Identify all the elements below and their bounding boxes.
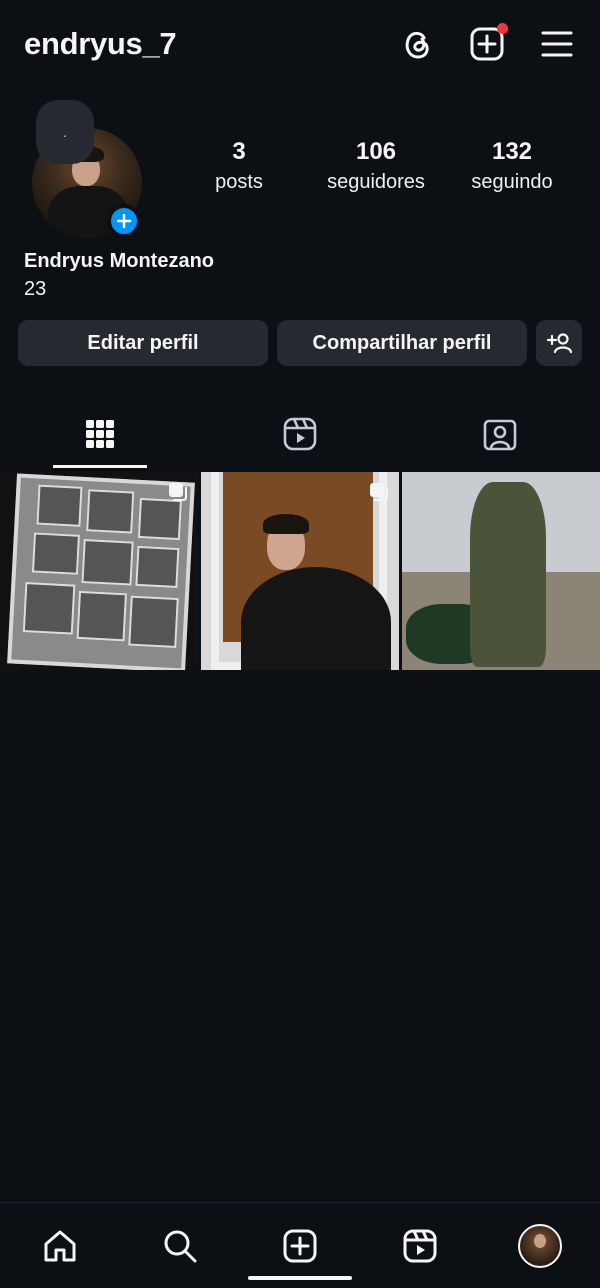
stat-posts[interactable]: 3 posts — [210, 136, 268, 196]
add-story-button[interactable] — [107, 204, 141, 238]
stat-followers[interactable]: 106 seguidores — [320, 136, 432, 196]
reels-icon — [403, 1229, 437, 1262]
profile-username[interactable]: endryus_7 — [24, 26, 177, 62]
create-icon — [283, 1229, 317, 1262]
post-thumbnail[interactable] — [402, 472, 600, 670]
top-bar: endryus_7 — [0, 0, 600, 88]
threads-icon[interactable] — [398, 25, 436, 63]
post-thumbnail[interactable] — [201, 472, 399, 670]
tab-tagged[interactable] — [400, 400, 600, 468]
profile-avatar — [518, 1223, 562, 1268]
stat-value: 106 — [355, 138, 397, 165]
notification-dot — [497, 23, 508, 34]
top-actions — [398, 23, 576, 63]
search-icon — [164, 1230, 197, 1262]
post-grid — [0, 472, 600, 670]
home-indicator — [248, 1276, 352, 1280]
menu-icon[interactable] — [538, 25, 576, 63]
nav-home[interactable] — [0, 1211, 120, 1281]
add-person-icon — [546, 333, 572, 354]
profile-bio: 23 — [24, 278, 47, 300]
profile-actions: Editar perfil Compartilhar perfil — [18, 320, 582, 366]
stat-label: posts — [215, 171, 263, 193]
home-icon — [44, 1230, 76, 1261]
tab-posts-grid[interactable] — [0, 400, 200, 468]
post-thumbnail[interactable] — [0, 472, 198, 670]
carousel-icon — [370, 483, 388, 501]
grid-icon — [86, 420, 114, 448]
profile-note[interactable]: . — [36, 100, 94, 164]
nav-create[interactable] — [240, 1211, 360, 1281]
profile-full-name: Endryus Montezano — [24, 250, 215, 272]
reels-icon — [283, 417, 317, 451]
tab-reels[interactable] — [200, 400, 400, 468]
nav-search[interactable] — [120, 1211, 240, 1281]
tagged-icon — [483, 419, 517, 451]
nav-reels[interactable] — [360, 1211, 480, 1281]
nav-profile[interactable] — [480, 1211, 600, 1281]
create-post-icon[interactable] — [468, 23, 508, 63]
stat-following[interactable]: 132 seguindo — [464, 136, 560, 196]
discover-people-button[interactable] — [536, 320, 582, 366]
stat-label: seguidores — [327, 171, 425, 193]
edit-profile-button[interactable]: Editar perfil — [18, 320, 268, 366]
stat-label: seguindo — [471, 171, 553, 193]
note-text: . — [63, 124, 67, 140]
stat-value: 3 — [232, 138, 246, 165]
share-profile-button[interactable]: Compartilhar perfil — [277, 320, 527, 366]
plus-icon — [116, 213, 132, 229]
profile-tabs — [0, 400, 600, 468]
carousel-icon — [169, 483, 187, 501]
stat-value: 132 — [491, 138, 533, 165]
